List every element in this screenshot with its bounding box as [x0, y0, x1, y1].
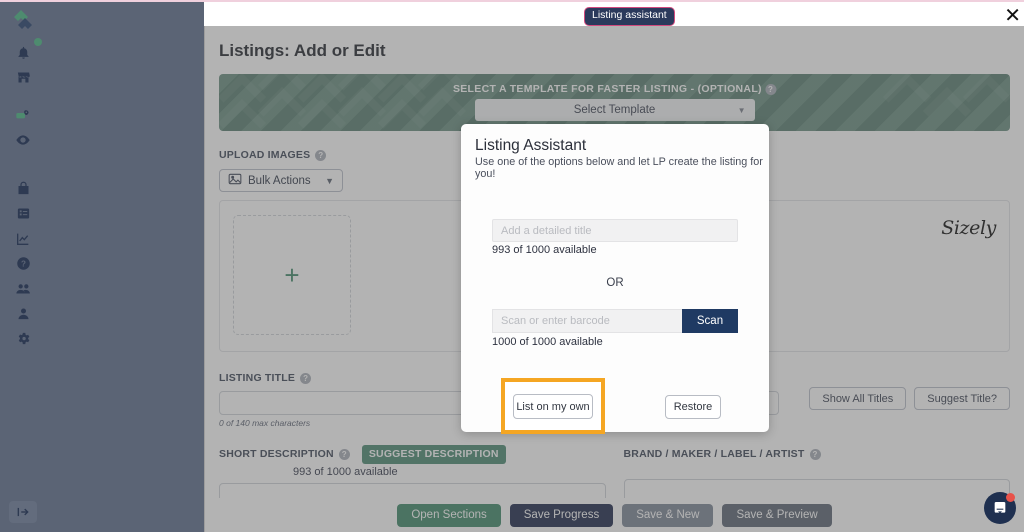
- modal-title: Listing Assistant: [475, 137, 587, 154]
- sidebar-item-notifications[interactable]: [0, 40, 46, 65]
- scan-button[interactable]: Scan: [682, 309, 738, 333]
- sidebar-item-team[interactable]: [0, 276, 46, 301]
- listing-assistant-modal: Listing Assistant Use one of the options…: [461, 124, 769, 432]
- barcode-input[interactable]: Scan or enter barcode: [492, 309, 682, 333]
- app-logo-icon[interactable]: [10, 8, 36, 34]
- chart-icon: [15, 231, 31, 247]
- sidebar-item-pricing[interactable]: [0, 102, 46, 127]
- gear-icon: [16, 331, 31, 346]
- eye-icon: [15, 132, 31, 148]
- bag-icon: [16, 181, 31, 196]
- svg-text:?: ?: [21, 260, 26, 269]
- sidebar-item-settings[interactable]: [0, 326, 46, 351]
- sidebar-item-store[interactable]: [0, 65, 46, 90]
- restore-button[interactable]: Restore: [665, 395, 721, 419]
- list-on-my-own-button[interactable]: List on my own: [513, 394, 593, 419]
- tag-icon: [15, 107, 31, 123]
- sidebar-item-analytics[interactable]: [0, 226, 46, 251]
- sidebar-item-orders[interactable]: [0, 176, 46, 201]
- sidebar: ?: [0, 0, 204, 532]
- close-icon[interactable]: ✕: [1004, 5, 1021, 25]
- app-root: ? Listing assistant ✕ Listings: Add or E…: [0, 0, 1024, 532]
- collapse-panel-icon[interactable]: [9, 501, 37, 523]
- list-icon: [16, 206, 31, 221]
- detailed-title-input[interactable]: Add a detailed title: [492, 219, 738, 242]
- sidebar-item-watch[interactable]: [0, 127, 46, 152]
- sidebar-item-help[interactable]: ?: [0, 251, 46, 276]
- bell-icon: [16, 45, 31, 60]
- sidebar-item-listings[interactable]: [0, 201, 46, 226]
- person-icon: [16, 306, 31, 321]
- unread-dot: [1006, 493, 1015, 502]
- barcode-row: Scan or enter barcode Scan: [492, 309, 738, 333]
- topbar: Listing assistant ✕: [204, 0, 1024, 26]
- users-icon: [15, 280, 32, 297]
- listing-assistant-badge[interactable]: Listing assistant: [584, 7, 675, 26]
- store-icon: [16, 70, 31, 85]
- help-icon: ?: [16, 256, 31, 271]
- chat-bubble-icon[interactable]: [984, 492, 1016, 524]
- sidebar-item-account[interactable]: [0, 301, 46, 326]
- modal-subtitle: Use one of the options below and let LP …: [475, 156, 763, 180]
- sidebar-nav: ?: [0, 40, 46, 351]
